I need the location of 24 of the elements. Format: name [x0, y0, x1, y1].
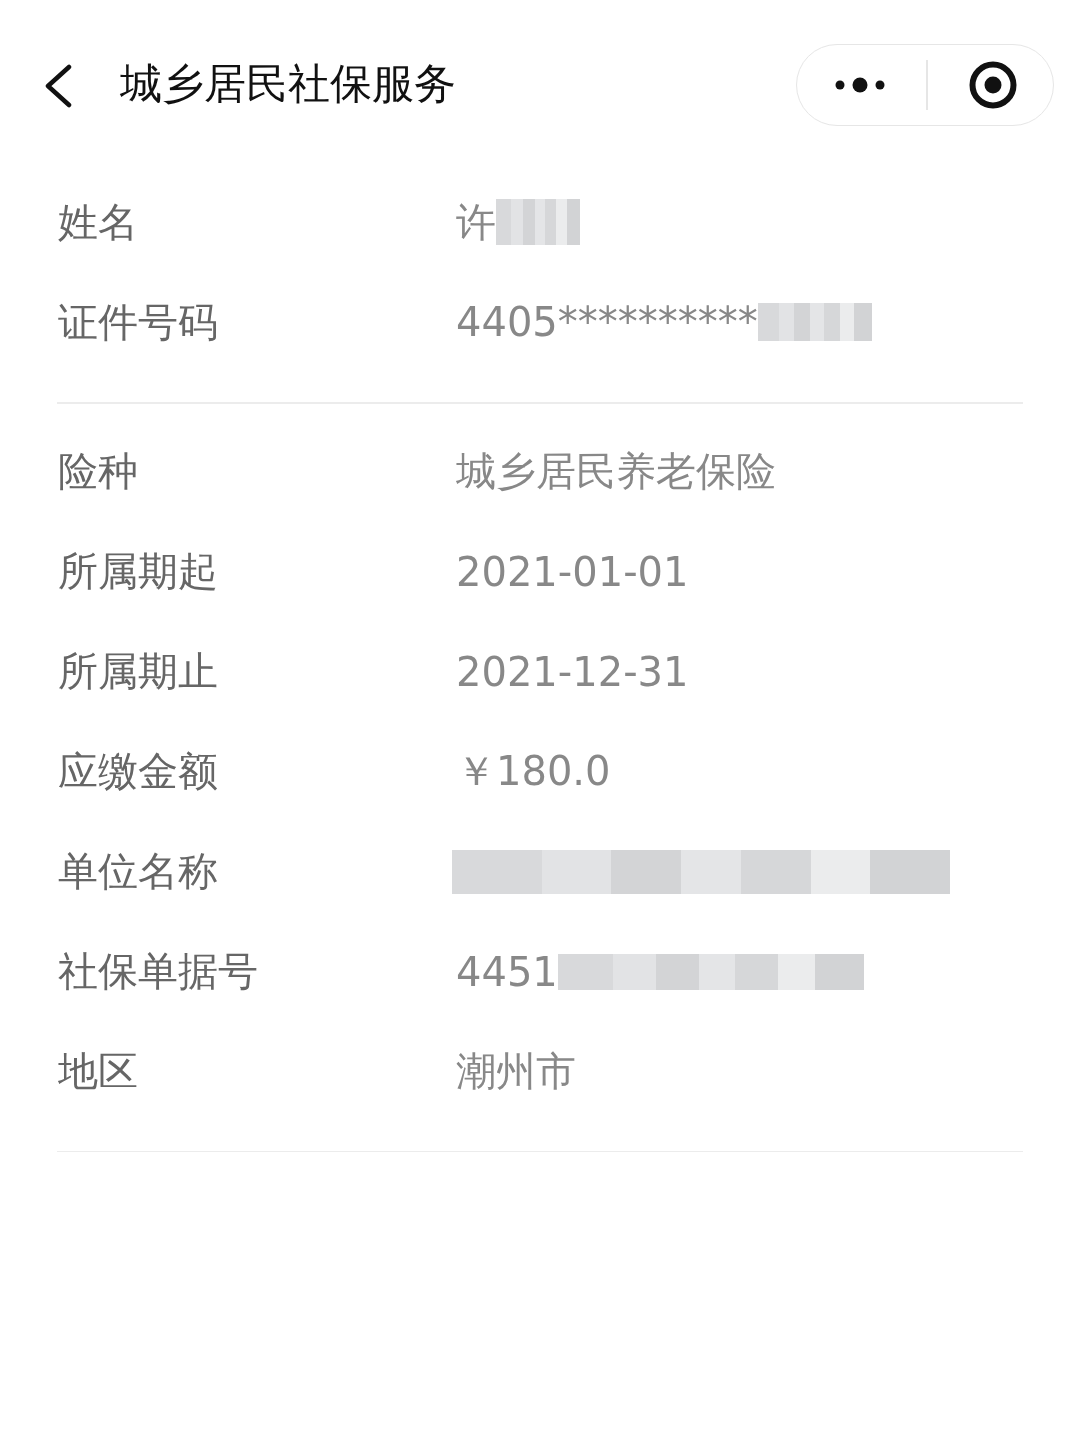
chevron-left-icon — [44, 64, 72, 108]
more-options-button[interactable] — [835, 77, 885, 93]
field-value: 许 — [456, 197, 496, 247]
field-label: 所属期止 — [58, 647, 219, 696]
field-value: ￥180.0 — [456, 747, 611, 796]
field-label: 证件号码 — [58, 297, 219, 347]
field-value: 城乡居民养老保险 — [456, 447, 776, 496]
back-button[interactable] — [44, 64, 72, 108]
field-label: 所属期起 — [58, 547, 219, 596]
field-value: 4451 — [456, 948, 558, 995]
field-label: 应缴金额 — [58, 747, 219, 796]
field-label: 险种 — [58, 447, 139, 496]
page-title: 城乡居民社保服务 — [120, 58, 457, 110]
more-icon — [835, 77, 885, 93]
field-label: 社保单据号 — [58, 947, 259, 996]
field-value: 4405********** — [456, 299, 758, 345]
field-value: 潮州市 — [456, 1047, 576, 1096]
field-label: 姓名 — [58, 197, 139, 247]
field-value: 2021-01-01 — [456, 548, 689, 595]
field-label: 单位名称 — [58, 847, 219, 896]
field-label: 地区 — [58, 1047, 139, 1096]
target-icon — [969, 61, 1017, 109]
field-value: 2021-12-31 — [456, 648, 689, 695]
exit-button[interactable] — [969, 61, 1017, 109]
